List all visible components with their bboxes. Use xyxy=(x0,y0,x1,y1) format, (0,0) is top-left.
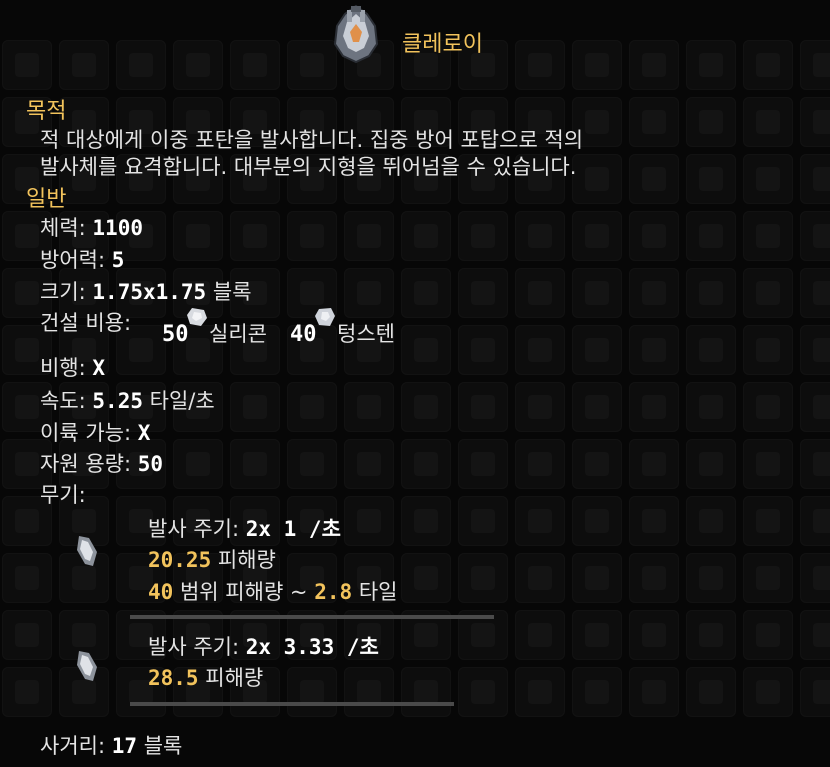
weapon1-splash-radius: 2.8 xyxy=(314,580,353,604)
silicon-name: 실리콘 xyxy=(209,322,267,346)
weapon-divider xyxy=(130,615,494,619)
weapon2-reload-value: 2x 3.33 /초 xyxy=(245,635,379,659)
range-value: 17 xyxy=(111,734,138,758)
speed-unit: 타일/초 xyxy=(149,389,215,413)
weapon1-reload-value: 2x 1 /초 xyxy=(245,517,341,541)
weapon2-reload-label: 발사 주기: xyxy=(148,635,240,659)
purpose-text-line2: 발사체를 요격합니다. 대부분의 지형을 뛰어넘을 수 있습니다. xyxy=(40,155,577,179)
armor-label: 방어력: xyxy=(40,248,106,272)
capacity-label: 자원 용량: xyxy=(40,452,132,476)
weapon1-splash-row: 40 범위 피해량 ~ 2.8 타일 xyxy=(148,576,397,606)
weapon1-splash-unit: 타일 xyxy=(358,580,398,604)
unit-title: 클레로이 xyxy=(402,32,483,57)
weapon1-splash-value: 40 xyxy=(148,580,174,604)
canboost-value: X xyxy=(137,421,151,445)
weapon2-damage-value: 28.5 xyxy=(148,666,199,690)
capacity-value: 50 xyxy=(137,452,164,476)
flying-label: 비행: xyxy=(40,356,86,380)
range-row: 사거리: 17 블록 xyxy=(40,730,182,760)
size-unit: 블록 xyxy=(212,280,252,304)
tungsten-amount: 40 xyxy=(290,322,317,347)
weapon1-reload-label: 발사 주기: xyxy=(148,517,240,541)
speed-row: 속도: 5.25 타일/초 xyxy=(40,385,215,415)
speed-label: 속도: xyxy=(40,389,86,413)
weapons-label: 무기: xyxy=(40,483,86,507)
bullet-icon xyxy=(77,536,97,566)
weapon1-reload-row: 발사 주기: 2x 1 /초 xyxy=(148,513,341,543)
armor-row: 방어력: 5 xyxy=(40,244,124,274)
armor-value: 5 xyxy=(111,248,125,272)
canboost-row: 이륙 가능: X xyxy=(40,417,150,447)
health-value: 1100 xyxy=(92,216,143,240)
weapon2-damage-row: 28.5 피해량 xyxy=(148,662,263,692)
weapon-divider xyxy=(130,702,454,706)
weapon1-damage-row: 20.25 피해량 xyxy=(148,544,276,574)
weapon1-damage-label: 피해량 xyxy=(217,548,276,572)
weapon1-splash-label: 범위 피해량 ~ xyxy=(179,580,308,604)
health-row: 체력: 1100 xyxy=(40,212,143,242)
purpose-header: 목적 xyxy=(26,99,67,124)
purpose-text-line1: 적 대상에게 이중 포탄을 발사합니다. 집중 방어 포탑으로 적의 xyxy=(40,128,584,152)
size-label: 크기: xyxy=(40,280,86,304)
weapon2-reload-row: 발사 주기: 2x 3.33 /초 xyxy=(148,631,379,661)
flying-row: 비행: X xyxy=(40,352,105,382)
size-row: 크기: 1.75x1.75 블록 xyxy=(40,276,252,306)
speed-value: 5.25 xyxy=(92,389,143,413)
weapon2-damage-label: 피해량 xyxy=(205,666,264,690)
capacity-row: 자원 용량: 50 xyxy=(40,448,163,478)
general-header: 일반 xyxy=(26,187,67,212)
tungsten-icon xyxy=(315,308,335,326)
weapon1-damage-value: 20.25 xyxy=(148,548,212,572)
health-label: 체력: xyxy=(40,216,86,240)
build-cost-label: 건설 비용: xyxy=(40,311,132,335)
tungsten-name: 텅스텐 xyxy=(337,322,395,346)
unit-icon xyxy=(333,4,379,64)
unit-info-panel: 클레로이 목적 적 대상에게 이중 포탄을 발사합니다. 집중 방어 포탑으로 … xyxy=(0,0,830,767)
range-unit: 블록 xyxy=(143,734,183,758)
bullet-icon xyxy=(77,651,97,681)
silicon-icon xyxy=(187,308,207,326)
flying-value: X xyxy=(92,356,106,380)
range-label: 사거리: xyxy=(40,734,106,758)
canboost-label: 이륙 가능: xyxy=(40,421,132,445)
silicon-amount: 50 xyxy=(162,322,189,347)
size-value: 1.75x1.75 xyxy=(92,280,207,304)
